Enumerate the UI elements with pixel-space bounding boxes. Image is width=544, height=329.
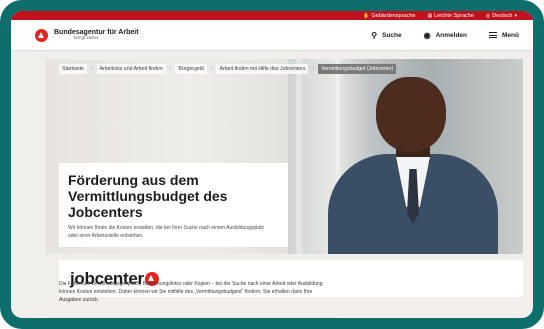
menu-label: Menü [502, 31, 519, 39]
login-label: Anmelden [435, 31, 468, 39]
user-icon: ◉ [423, 30, 431, 40]
site-header: Bundesagentur für Arbeit bringt weiter. … [11, 20, 533, 51]
chevron-right-icon: › [90, 66, 93, 72]
utility-bar: ✋ Gebärdensprache ▤ Leichte Sprache ◎ De… [11, 11, 533, 20]
book-icon: ▤ [427, 12, 433, 19]
breadcrumb-item-jobcenter-help[interactable]: Arbeit finden mit Hilfe des Jobcenters [216, 64, 309, 74]
browser-frame: ✋ Gebärdensprache ▤ Leichte Sprache ◎ De… [0, 0, 544, 329]
brand-tagline: bringt weiter. [74, 35, 100, 41]
search-icon: ⚲ [371, 30, 378, 40]
search-label: Suche [382, 31, 402, 39]
hero-card: Förderung aus dem Vermittlungsbudget des… [59, 163, 288, 247]
breadcrumb-item-current: Vermittlungsbudget (Jobcenter) [318, 64, 397, 74]
breadcrumb-item-unemployed[interactable]: Arbeitslos und Arbeit finden [96, 64, 166, 74]
chevron-right-icon: › [312, 66, 315, 72]
info-icon: ! [56, 320, 63, 327]
hamburger-icon [489, 31, 498, 40]
login-button[interactable]: ◉ Anmelden [424, 31, 467, 40]
brand-logo[interactable]: Bundesagentur für Arbeit bringt weiter. [35, 28, 139, 42]
chevron-right-icon: › [210, 66, 213, 72]
hand-icon: ✋ [363, 12, 370, 19]
notice-label: Wichtig [67, 320, 86, 326]
globe-icon: ◎ [485, 12, 491, 19]
breadcrumb-item-buergergeld[interactable]: Bürgergeld [175, 64, 207, 74]
chevron-right-icon: › [169, 66, 172, 72]
breadcrumb-item-home[interactable]: Startseite [59, 64, 87, 74]
easy-language-link[interactable]: ▤ Leichte Sprache [427, 13, 473, 19]
notice-text-after: . Sind Sie Kundin [241, 320, 280, 326]
easy-language-label: Leichte Sprache [434, 12, 474, 19]
ba-logo-icon [35, 28, 48, 42]
search-button[interactable]: ⚲ Suche [371, 31, 401, 40]
important-notice: ! Wichtig Diese Seite richtet sich an Ku… [47, 317, 337, 327]
hero-lead: Wir können Ihnen die Kosten erstatten, d… [68, 225, 264, 239]
page-title: Förderung aus dem Vermittlungsbudget des… [68, 172, 228, 221]
intro-paragraph: Die Fahrt zum Bewerbungsgespräch, Bewerb… [59, 281, 323, 303]
menu-button[interactable]: Menü [489, 31, 519, 40]
language-label: Deutsch [492, 12, 513, 19]
language-selector[interactable]: ◎ Deutsch ▾ [486, 13, 517, 19]
notice-emphasis: Jobcenter [213, 320, 238, 326]
sign-language-label: Gebärdensprache [371, 12, 416, 19]
breadcrumb: Startseite › Arbeitslos und Arbeit finde… [59, 64, 397, 74]
notice-text-before: Diese Seite richtet sich an Kundinnen un… [89, 320, 210, 326]
hero-photo [288, 59, 523, 254]
chevron-down-icon: ▾ [514, 12, 517, 19]
sign-language-link[interactable]: ✋ Gebärdensprache [363, 13, 415, 19]
